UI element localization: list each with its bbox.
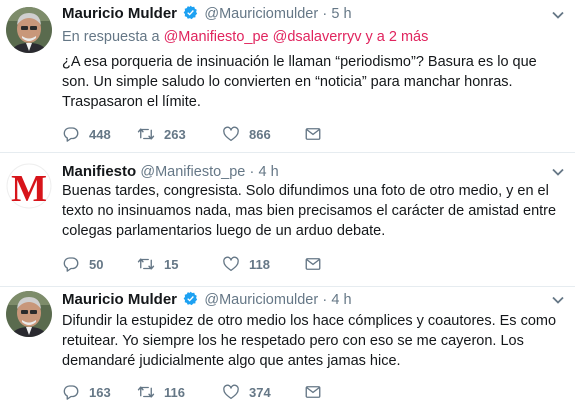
heart-icon [223,384,239,400]
reply-icon [63,385,79,400]
heart-icon [223,126,239,142]
reply-context: En respuesta a @Manifiesto_pe @dsalaverr… [62,29,428,45]
separator: · [322,6,328,22]
like-count: 118 [249,256,270,272]
display-name[interactable]: Mauricio Mulder [62,5,177,22]
tweet-text: Difundir la estupidez de otro medio los … [62,313,557,369]
reply-count: 448 [89,126,111,142]
retweet-count: 116 [164,384,185,400]
like-count: 866 [249,126,271,142]
reply-more-link[interactable]: y a 2 más [366,29,429,45]
retweet-button[interactable]: 116 [137,382,185,402]
tweet-3[interactable]: Mauricio Mulder @Mauriciomulder · 4 h Di… [0,286,575,407]
tweet-1[interactable]: Mauricio Mulder @Mauriciomulder · 5 h En… [0,0,575,152]
separator: · [249,164,255,180]
verified-badge-icon [183,291,198,306]
tweet-header: Mauricio Mulder @Mauriciomulder · 5 h [62,3,547,25]
envelope-icon [305,128,321,140]
reply-mentions-link[interactable]: @Manifiesto_pe @dsalaverryv [164,29,362,45]
avatar-mauricio-mulder[interactable] [6,7,52,53]
manifiesto-logo: M [11,168,47,209]
envelope-icon [305,258,321,270]
verified-badge-icon [183,5,198,20]
user-handle[interactable]: @Manifiesto_pe [140,164,245,180]
avatar-mauricio-mulder[interactable] [6,291,52,337]
tweet-header: Manifiesto @Manifiesto_pe · 4 h [62,161,547,183]
retweet-icon [137,258,155,270]
heart-icon [223,256,239,272]
chevron-down-icon[interactable] [551,165,565,179]
timestamp[interactable]: 5 h [331,6,351,22]
tweet-text: Buenas tardes, congresista. Solo difundi… [62,183,557,239]
display-name[interactable]: Mauricio Mulder [62,291,177,308]
tweet-header: Mauricio Mulder @Mauriciomulder · 4 h [62,289,547,311]
user-handle[interactable]: @Mauriciomulder [204,292,318,308]
tweet-2[interactable]: M Manifiesto @Manifiesto_pe · 4 h Buenas… [0,152,575,286]
chevron-down-icon[interactable] [551,293,565,307]
user-handle[interactable]: @Mauriciomulder [204,6,318,22]
retweet-button[interactable]: 263 [137,124,186,144]
avatar-manifiesto[interactable]: M [6,163,52,209]
direct-message-button[interactable] [304,254,331,274]
display-name[interactable]: Manifiesto [62,163,136,180]
reply-icon [63,127,79,142]
direct-message-button[interactable] [304,382,331,402]
tweet-actions: 448 263 866 [62,124,562,144]
timestamp[interactable]: 4 h [259,164,279,180]
reply-button[interactable]: 50 [62,254,103,274]
like-button[interactable]: 374 [222,382,271,402]
retweet-count: 263 [164,126,186,142]
retweet-icon [137,386,155,398]
reply-prefix: En respuesta a [62,29,160,45]
retweet-button[interactable]: 15 [137,254,178,274]
reply-button[interactable]: 448 [62,124,111,144]
retweet-count: 15 [164,256,179,272]
envelope-icon [305,386,321,398]
tweet-text: ¿A esa porqueria de insinuación le llama… [62,54,537,110]
reply-button[interactable]: 163 [62,382,111,402]
chevron-down-icon[interactable] [551,8,565,22]
like-count: 374 [249,384,271,400]
like-button[interactable]: 118 [222,254,270,274]
timestamp[interactable]: 4 h [331,292,351,308]
tweet-actions: 50 15 118 [62,254,562,274]
like-button[interactable]: 866 [222,124,271,144]
tweet-actions: 163 116 374 [62,382,562,402]
direct-message-button[interactable] [304,124,331,144]
reply-count: 163 [89,384,111,400]
retweet-icon [137,128,155,140]
separator: · [322,292,328,308]
reply-count: 50 [89,256,104,272]
reply-icon [63,257,79,272]
